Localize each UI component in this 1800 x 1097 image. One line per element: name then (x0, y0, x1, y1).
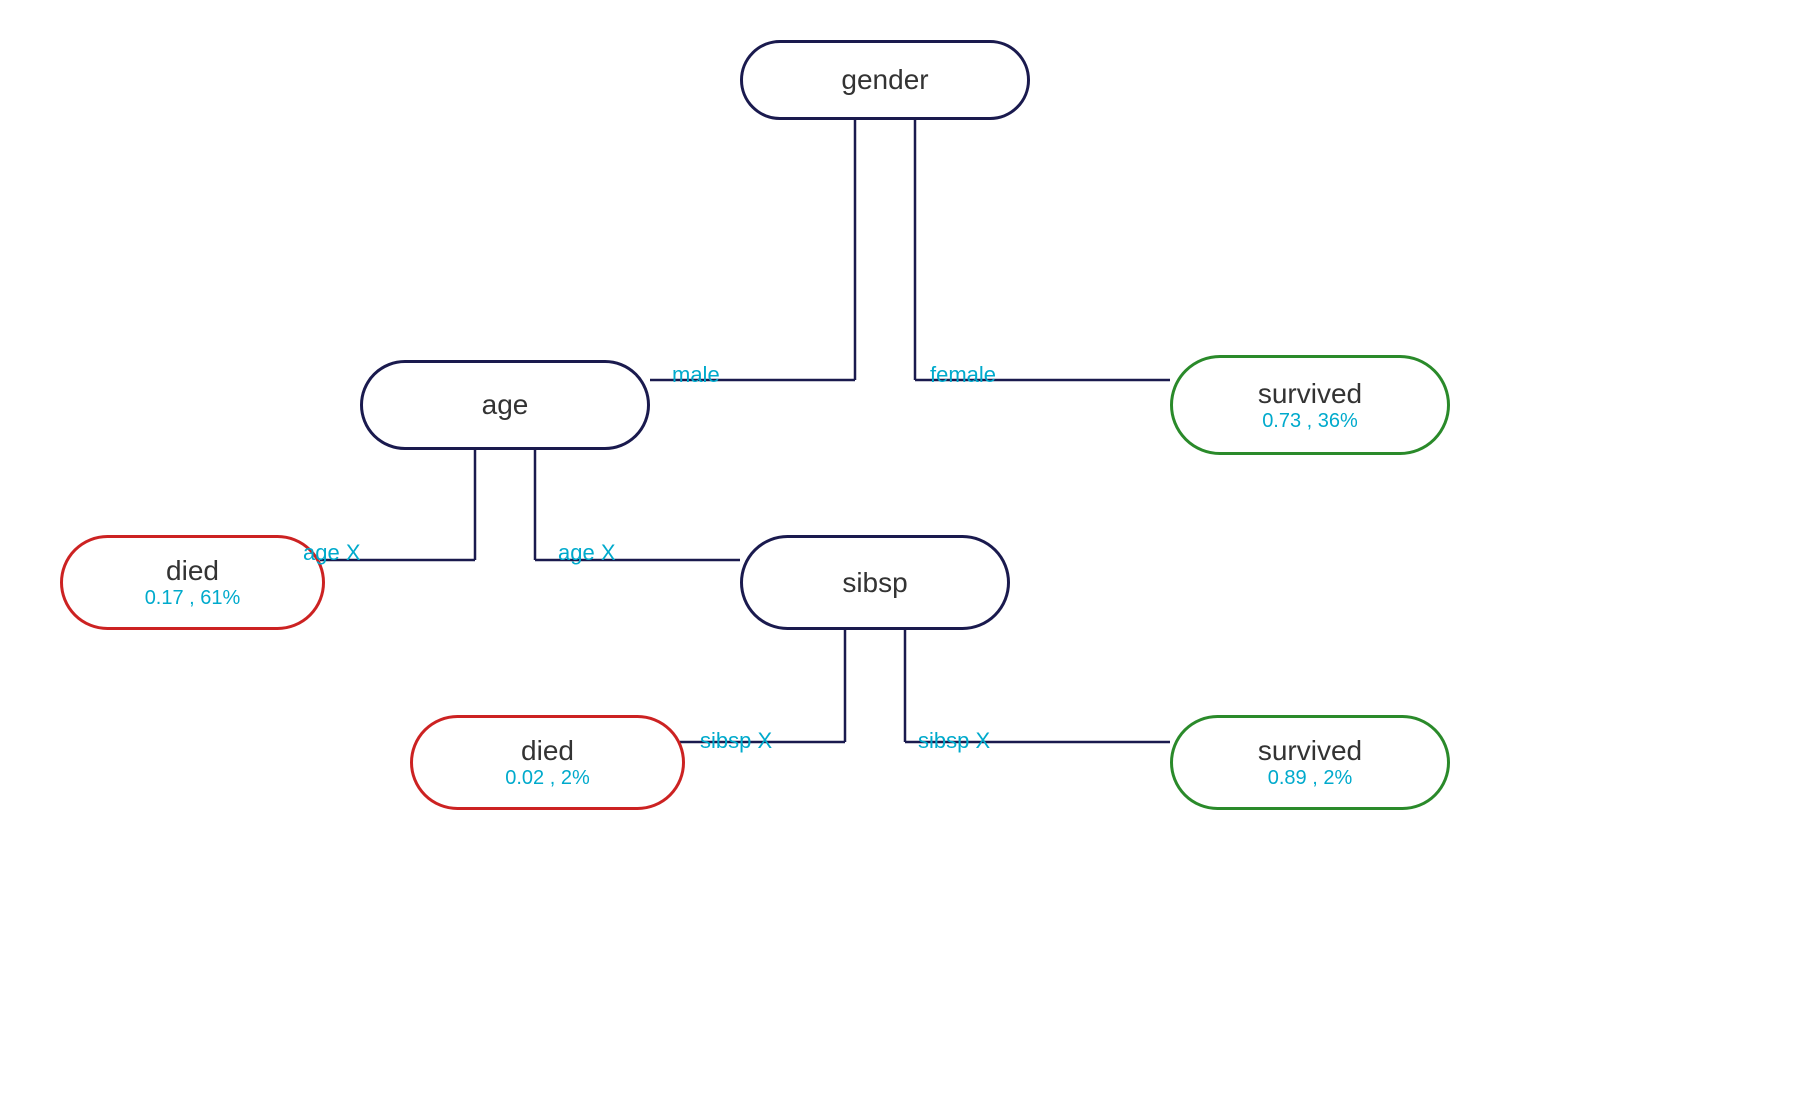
died-age-label: died (166, 555, 219, 587)
survived-female-label: survived (1258, 378, 1362, 410)
survived-female-sub: 0.73 , 36% (1262, 410, 1358, 433)
node-sibsp: sibsp (740, 535, 1010, 630)
node-age: age (360, 360, 650, 450)
diagram-canvas: gender age survived 0.73 , 36% died 0.17… (0, 0, 1800, 1097)
died-sibsp-sub: 0.02 , 2% (505, 767, 590, 790)
survived-sibsp-label: survived (1258, 735, 1362, 767)
label-age-x-right: age X (558, 540, 616, 566)
node-died-sibsp: died 0.02 , 2% (410, 715, 685, 810)
label-male: male (672, 362, 720, 388)
survived-sibsp-sub: 0.89 , 2% (1268, 767, 1353, 790)
label-age-x-left: age X (303, 540, 361, 566)
age-label: age (482, 389, 529, 421)
node-survived-female: survived 0.73 , 36% (1170, 355, 1450, 455)
node-gender: gender (740, 40, 1030, 120)
died-sibsp-label: died (521, 735, 574, 767)
label-sibsp-x-left: sibsp X (700, 728, 772, 754)
gender-label: gender (841, 64, 928, 96)
sibsp-label: sibsp (842, 567, 907, 599)
died-age-sub: 0.17 , 61% (145, 587, 241, 610)
node-died-age: died 0.17 , 61% (60, 535, 325, 630)
label-sibsp-x-right: sibsp X (918, 728, 990, 754)
label-female: female (930, 362, 996, 388)
node-survived-sibsp: survived 0.89 , 2% (1170, 715, 1450, 810)
